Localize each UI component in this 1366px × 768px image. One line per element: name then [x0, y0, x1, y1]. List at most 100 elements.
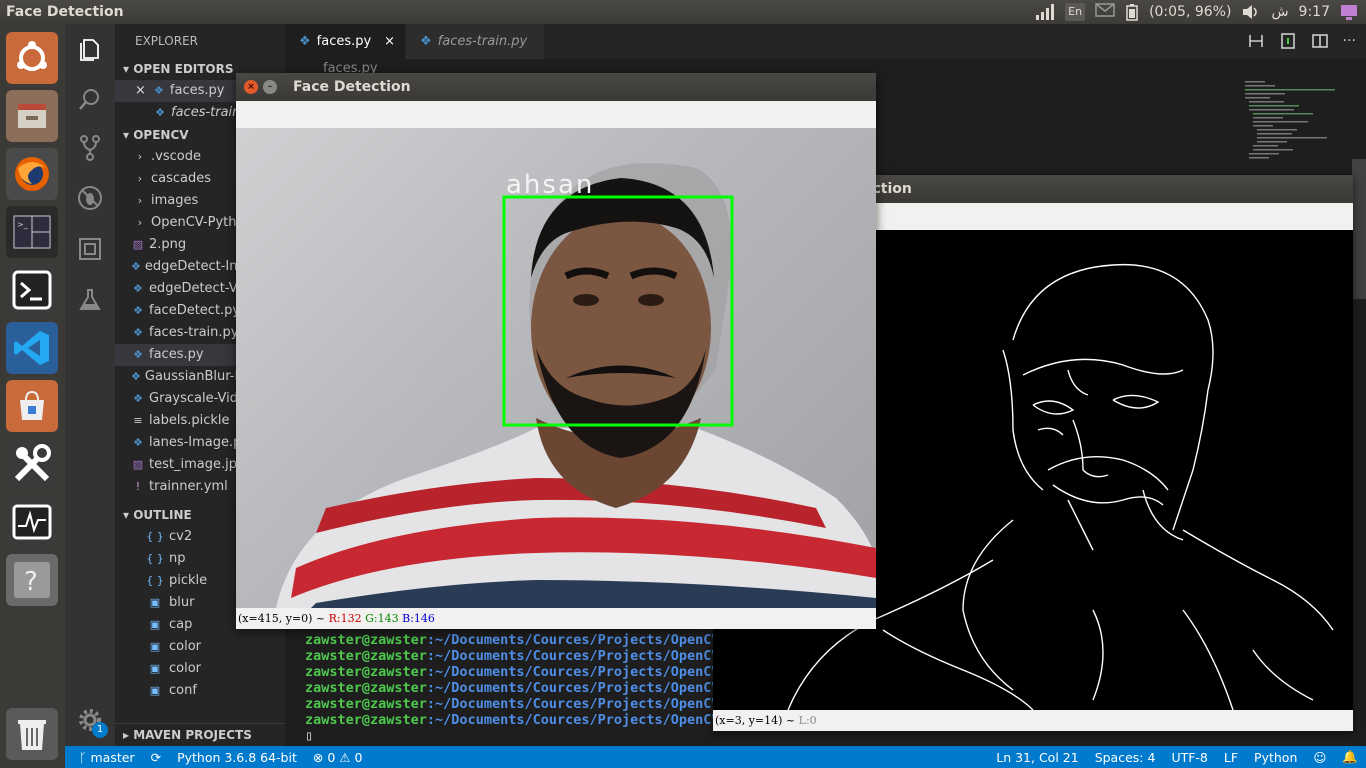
volume-icon[interactable] — [1241, 3, 1261, 21]
file-manager-icon[interactable] — [6, 90, 58, 142]
help-icon[interactable]: ? — [6, 554, 58, 606]
file-label: lanes-Image.py — [149, 435, 250, 450]
clock[interactable]: 9:17 — [1299, 4, 1330, 20]
outline-label: color — [169, 661, 202, 676]
python-file-icon: ❖ — [153, 84, 164, 97]
system-tools-icon[interactable] — [6, 438, 58, 490]
split-editor-icon[interactable] — [1311, 32, 1329, 50]
explorer-icon[interactable] — [65, 29, 115, 69]
terminal-path: :~/Documents/Cources/Projects/OpenCV — [426, 712, 720, 728]
power-settings-icon[interactable] — [1340, 3, 1358, 21]
mail-icon[interactable] — [1095, 3, 1115, 21]
more-actions-icon[interactable]: ··· — [1343, 32, 1356, 50]
edge-coords: (x=3, y=14) ~ — [715, 714, 796, 727]
firefox-icon[interactable] — [6, 148, 58, 200]
sidebar-title: EXPLORER — [135, 34, 198, 48]
git-branch-icon: ᚴ — [79, 749, 91, 765]
pixel-green: G:143 — [365, 612, 399, 625]
debug-icon[interactable] — [65, 178, 115, 218]
outline-label: cv2 — [169, 529, 193, 544]
keyboard-layout-indicator[interactable]: En — [1065, 3, 1086, 21]
folder-label: images — [151, 193, 199, 208]
extensions-icon[interactable] — [65, 229, 115, 269]
minimap[interactable] — [1245, 79, 1345, 174]
outline-item[interactable]: ▣ color — [115, 658, 285, 680]
file-label: 2.png — [149, 237, 187, 252]
battery-status: (0:05, 96%) — [1149, 4, 1232, 20]
open-changes-icon[interactable] — [1279, 32, 1297, 50]
outline-item[interactable]: ▣ conf — [115, 680, 285, 702]
python-file-icon: ❖ — [133, 304, 143, 317]
end-of-line[interactable]: LF — [1216, 750, 1246, 765]
edge-window-status: (x=3, y=14) ~ L:0 — [713, 711, 1353, 731]
problems-indicator[interactable]: ⊗ 0 ⚠ 0 — [305, 750, 371, 765]
image-file-icon: ▨ — [132, 458, 144, 471]
face-window-titlebar[interactable]: × – Face Detection — [236, 73, 876, 101]
terminal-user: zawster@zawster — [305, 648, 427, 664]
system-monitor-icon[interactable] — [6, 496, 58, 548]
feedback-smiley-icon[interactable]: ☺ — [1305, 750, 1334, 765]
terminal-user: zawster@zawster — [305, 664, 427, 680]
tab-label: faces-train.py — [437, 34, 528, 49]
compare-changes-icon[interactable] — [1247, 32, 1265, 50]
chevron-down-icon: ▾ — [123, 508, 134, 522]
close-window-icon[interactable]: × — [244, 80, 258, 94]
file-label: test_image.jpg — [149, 457, 246, 472]
terminal-user: zawster@zawster — [305, 712, 427, 728]
text-file-icon: ≡ — [133, 414, 143, 427]
python-file-icon: ❖ — [133, 436, 143, 449]
encoding[interactable]: UTF-8 — [1163, 750, 1215, 765]
variable-icon: ▣ — [149, 684, 161, 697]
pixel-coords: (x=415, y=0) ~ — [238, 612, 326, 625]
vscode-icon[interactable] — [6, 322, 58, 374]
notifications-bell-icon[interactable]: 🔔 — [1334, 749, 1366, 765]
cursor-position[interactable]: Ln 31, Col 21 — [988, 750, 1086, 765]
branch-indicator[interactable]: ᚴ master — [65, 750, 143, 765]
chevron-right-icon: › — [137, 194, 143, 207]
battery-icon[interactable] — [1125, 3, 1139, 21]
close-icon[interactable]: × — [384, 34, 395, 49]
indentation[interactable]: Spaces: 4 — [1087, 750, 1164, 765]
tab-faces-train[interactable]: ❖ faces-train.py — [406, 24, 544, 59]
software-center-icon[interactable] — [6, 380, 58, 432]
face-window-status: (x=415, y=0) ~ R:132 G:143 B:146 — [236, 609, 876, 629]
outline-item[interactable]: ▣ color — [115, 636, 285, 658]
chevron-right-icon: › — [137, 216, 143, 229]
settings-gear-icon[interactable]: 1 — [65, 700, 115, 740]
edge-luminance: L:0 — [798, 714, 817, 727]
signal-icon[interactable] — [1035, 3, 1055, 21]
outline-label: pickle — [169, 573, 208, 588]
terminal-icon[interactable] — [6, 264, 58, 316]
file-label: labels.pickle — [149, 413, 230, 428]
close-icon[interactable]: × — [135, 80, 146, 102]
ubuntu-logo-icon[interactable] — [6, 32, 58, 84]
terminal-path: :~/Documents/Cources/Projects/OpenCV — [426, 632, 720, 648]
terminal-user: zawster@zawster — [305, 696, 427, 712]
webcam-frame[interactable]: ahsan — [236, 128, 876, 608]
python-file-icon: ❖ — [133, 392, 143, 405]
sync-icon[interactable]: ⟳ — [143, 750, 169, 765]
python-file-icon: ❖ — [133, 282, 143, 295]
trash-icon[interactable] — [6, 708, 58, 760]
module-icon: { } — [146, 574, 164, 587]
vertical-scrollbar[interactable] — [1352, 159, 1366, 299]
language-mode[interactable]: Python — [1246, 750, 1305, 765]
face-window[interactable]: × – Face Detection ahsan (x=415, y=0) ~ … — [236, 73, 876, 629]
folder-label: cascades — [151, 171, 212, 186]
minimize-window-icon[interactable]: – — [263, 80, 277, 94]
update-badge: 1 — [92, 722, 108, 738]
tab-faces[interactable]: ❖ faces.py × — [285, 24, 405, 59]
module-icon: { } — [146, 552, 164, 565]
warning-icon: ⚠ — [339, 749, 355, 765]
file-label: faces-train.py — [149, 325, 239, 340]
face-window-title: Face Detection — [293, 79, 411, 95]
terminal-path: :~/Documents/Cources/Projects/OpenCV — [426, 680, 720, 696]
variable-icon: ▣ — [149, 596, 161, 609]
terminal-split-icon[interactable]: >_ — [6, 206, 58, 258]
python-interpreter[interactable]: Python 3.6.8 64-bit — [169, 750, 305, 765]
chevron-right-icon: ▸ — [123, 728, 134, 742]
maven-header[interactable]: ▸ MAVEN PROJECTS — [115, 723, 285, 745]
search-icon[interactable] — [65, 79, 115, 119]
source-control-icon[interactable] — [65, 128, 115, 168]
test-flask-icon[interactable] — [65, 280, 115, 320]
